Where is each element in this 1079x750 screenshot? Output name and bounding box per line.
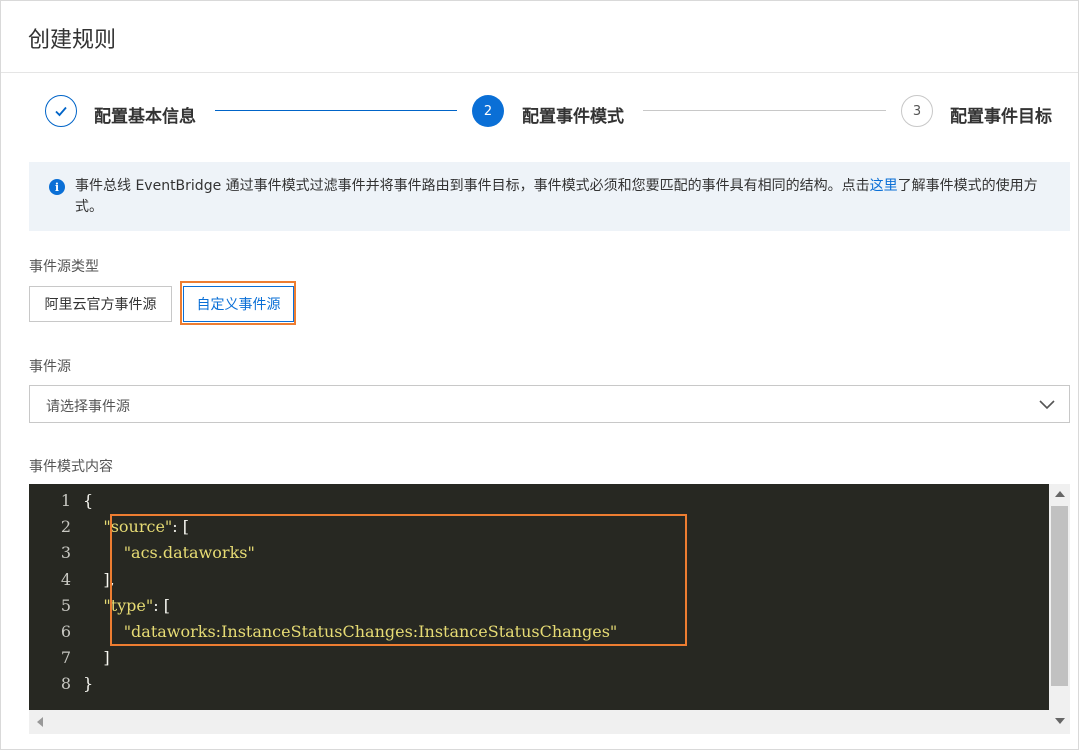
info-icon: i xyxy=(49,179,65,195)
line-number: 7 xyxy=(60,648,71,668)
scrollbar-thumb[interactable] xyxy=(1051,506,1068,686)
line-number: 5 xyxy=(60,595,71,615)
code-line: { xyxy=(83,491,93,510)
line-number: 1 xyxy=(60,491,71,510)
line-number: 3 xyxy=(60,543,71,563)
event-source-label: 事件源 xyxy=(29,359,71,375)
title-divider xyxy=(1,72,1078,73)
notice-text-before: 事件总线 EventBridge 通过事件模式过滤事件并将事件路由到事件目标，事… xyxy=(75,178,870,194)
step-connector-2 xyxy=(643,110,886,111)
scroll-down-arrow-icon[interactable] xyxy=(1055,718,1065,724)
page-title: 创建规则 xyxy=(28,28,117,53)
step-connector-1 xyxy=(215,110,457,111)
event-pattern-label: 事件模式内容 xyxy=(29,459,113,475)
step-1-check-icon xyxy=(45,95,77,127)
editor-vertical-scrollbar[interactable] xyxy=(1049,484,1070,734)
step-2-label: 配置事件模式 xyxy=(522,107,624,127)
code-line: ] xyxy=(83,648,110,668)
code-highlight xyxy=(110,514,687,646)
notice-text: 事件总线 EventBridge 通过事件模式过滤事件并将事件路由到事件目标，事… xyxy=(75,176,1060,218)
scroll-up-arrow-icon[interactable] xyxy=(1055,491,1065,497)
code-punctuation: } xyxy=(83,674,94,694)
event-source-type-label: 事件源类型 xyxy=(29,259,99,275)
info-notice: i 事件总线 EventBridge 通过事件模式过滤事件并将事件路由到事件目标… xyxy=(29,162,1070,231)
line-number: 8 xyxy=(60,674,71,694)
step-1-label: 配置基本信息 xyxy=(94,107,196,127)
line-number: 6 xyxy=(60,622,71,641)
step-3-number: 3 xyxy=(901,95,933,127)
custom-source-highlight xyxy=(180,281,296,325)
scroll-left-arrow-icon[interactable] xyxy=(37,717,43,727)
line-number: 4 xyxy=(60,569,71,589)
notice-link[interactable]: 这里 xyxy=(870,178,898,194)
event-source-placeholder: 请选择事件源 xyxy=(46,399,130,415)
official-source-option[interactable]: 阿里云官方事件源 xyxy=(29,286,172,322)
event-source-select[interactable]: 请选择事件源 xyxy=(29,385,1070,423)
chevron-down-icon xyxy=(1039,400,1055,410)
code-punctuation: ] xyxy=(103,648,110,668)
editor-horizontal-scrollbar[interactable] xyxy=(29,710,1049,734)
step-3-label: 配置事件目标 xyxy=(950,107,1052,127)
code-line: } xyxy=(83,674,93,693)
code-punctuation: { xyxy=(83,491,94,510)
line-number: 2 xyxy=(60,517,71,537)
step-2-number: 2 xyxy=(472,95,504,127)
